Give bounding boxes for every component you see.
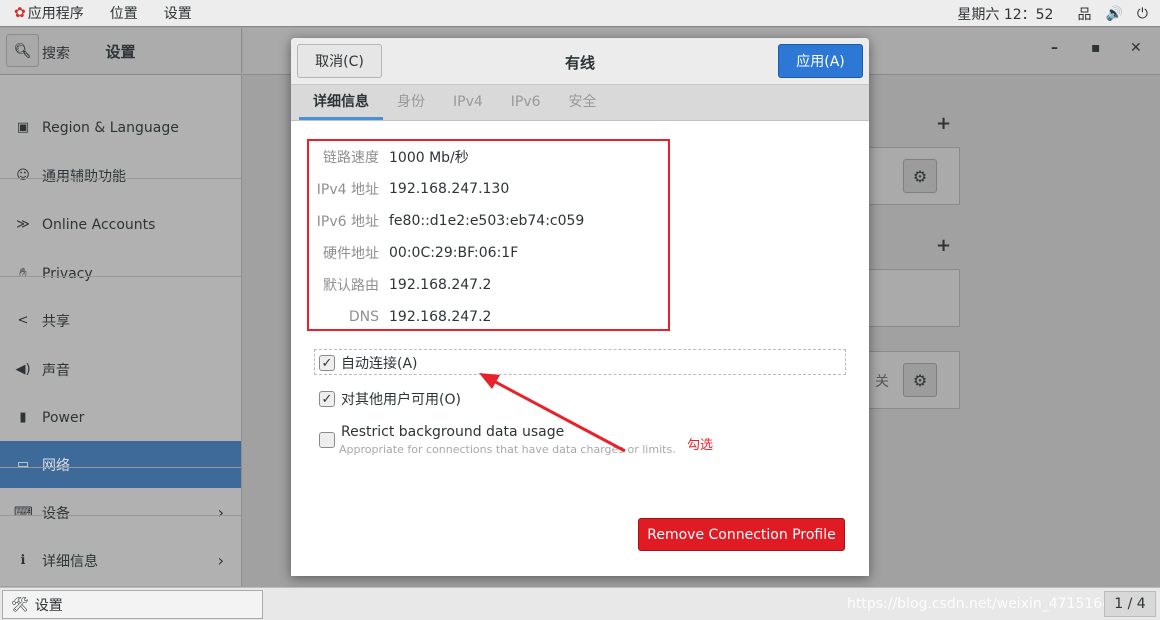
task-label: 设置 <box>34 597 63 614</box>
annotation-arrow <box>479 373 626 453</box>
watermark: https://blog.csdn.net/weixin_47151643 <box>846 596 1120 612</box>
taskbar: 🛠︎ 设置 https://blog.csdn.net/weixin_471516… <box>0 587 1160 620</box>
annotation-note: 勾选 <box>687 438 714 453</box>
tools-icon: 🛠︎ <box>11 596 29 613</box>
taskbar-settings-window[interactable]: 🛠︎ 设置 <box>2 590 263 619</box>
workspace-pager[interactable]: 1 / 4 <box>1104 591 1156 617</box>
